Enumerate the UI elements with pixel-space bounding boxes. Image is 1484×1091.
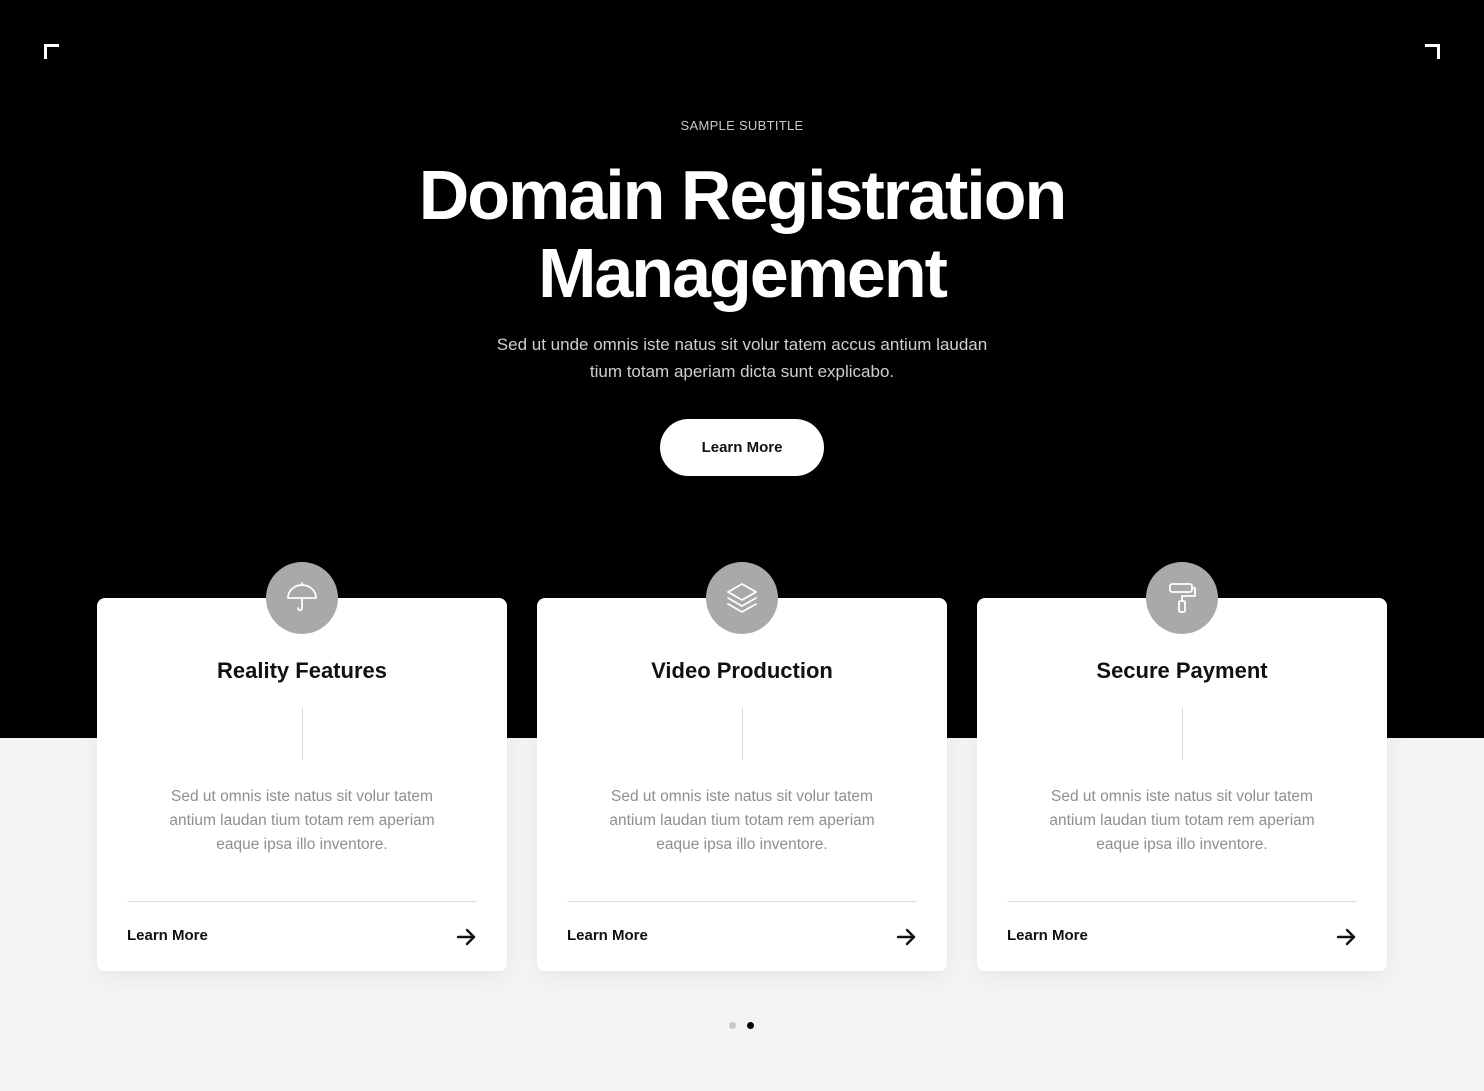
- card-description-line-1: Sed ut omnis iste natus sit volur tatem: [1051, 788, 1313, 805]
- card-horizontal-divider: [1007, 901, 1357, 902]
- card-learn-more-link[interactable]: Learn More: [127, 923, 477, 951]
- layers-icon: [727, 583, 757, 613]
- card-horizontal-divider: [127, 901, 477, 902]
- arrow-right-icon[interactable]: [895, 926, 917, 948]
- hero-description-line-2: tium totam aperiam dicta sunt explicabo.: [589, 362, 895, 381]
- card-description-line-3: eaque ipsa illo inventore.: [1096, 836, 1268, 853]
- corner-bracket-top-left-icon: [44, 44, 59, 59]
- card-description: Sed ut omnis iste natus sit volur tatem …: [592, 785, 892, 857]
- card-icon-badge: [266, 562, 338, 634]
- card-description-line-3: eaque ipsa illo inventore.: [216, 836, 388, 853]
- paint-roller-icon: [1169, 583, 1196, 613]
- corner-bracket-top-right-icon: [1425, 44, 1440, 59]
- umbrella-icon: [287, 582, 317, 612]
- card-learn-more-label: Learn More: [567, 927, 648, 944]
- card-learn-more-link[interactable]: Learn More: [1007, 923, 1357, 951]
- card-horizontal-divider: [567, 901, 917, 902]
- card-title: Video Production: [651, 658, 833, 683]
- card-vertical-divider: [1182, 708, 1183, 760]
- pagination-dot-2-active[interactable]: [747, 1022, 754, 1029]
- hero-description: Sed ut unde omnis iste natus sit volur t…: [472, 331, 1012, 385]
- page: SAMPLE SUBTITLE Domain Registration Mana…: [0, 0, 1484, 1091]
- carousel-pagination: [726, 1022, 758, 1032]
- card-description-line-2: antium laudan tium totam rem aperiam: [1049, 812, 1315, 829]
- card-vertical-divider: [742, 708, 743, 760]
- card-icon-badge: [706, 562, 778, 634]
- card-learn-more-link[interactable]: Learn More: [567, 923, 917, 951]
- card-title: Secure Payment: [1096, 658, 1268, 683]
- arrow-right-icon[interactable]: [1335, 926, 1357, 948]
- card-description: Sed ut omnis iste natus sit volur tatem …: [152, 785, 452, 857]
- card-learn-more-label: Learn More: [127, 927, 208, 944]
- hero-title: Domain Registration Management: [292, 156, 1192, 312]
- feature-card-secure-payment: Secure Payment Sed ut omnis iste natus s…: [977, 562, 1387, 971]
- feature-card-video-production: Video Production Sed ut omnis iste natus…: [537, 562, 947, 971]
- card-vertical-divider: [302, 708, 303, 760]
- hero-title-line-2: Management: [538, 234, 948, 312]
- card-description-line-1: Sed ut omnis iste natus sit volur tatem: [611, 788, 873, 805]
- card-description-line-1: Sed ut omnis iste natus sit volur tatem: [171, 788, 433, 805]
- arrow-right-icon[interactable]: [455, 926, 477, 948]
- hero-learn-more-button[interactable]: Learn More: [660, 419, 824, 476]
- card-icon-badge: [1146, 562, 1218, 634]
- pagination-dot-1[interactable]: [729, 1022, 736, 1029]
- hero-title-line-1: Domain Registration: [418, 156, 1068, 234]
- feature-card-reality-features: Reality Features Sed ut omnis iste natus…: [97, 562, 507, 971]
- card-description-line-2: antium laudan tium totam rem aperiam: [169, 812, 435, 829]
- card-title: Reality Features: [217, 658, 387, 683]
- card-description: Sed ut omnis iste natus sit volur tatem …: [1032, 785, 1332, 857]
- card-description-line-3: eaque ipsa illo inventore.: [656, 836, 828, 853]
- card-description-line-2: antium laudan tium totam rem aperiam: [609, 812, 875, 829]
- hero-subtitle: SAMPLE SUBTITLE: [680, 118, 804, 133]
- card-learn-more-label: Learn More: [1007, 927, 1088, 944]
- hero-description-line-1: Sed ut unde omnis iste natus sit volur t…: [496, 335, 988, 354]
